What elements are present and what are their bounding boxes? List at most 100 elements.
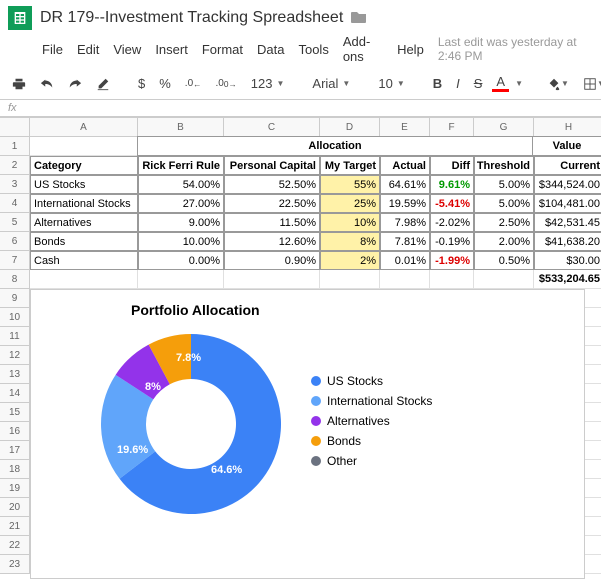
row-header-14[interactable]: 14 <box>0 384 30 403</box>
row-header-17[interactable]: 17 <box>0 441 30 460</box>
col-header-C[interactable]: C <box>224 118 320 137</box>
diff-3[interactable]: -0.19% <box>430 232 474 251</box>
hdr-pc[interactable]: Personal Capital <box>224 156 320 175</box>
pc-2[interactable]: 11.50% <box>224 213 320 232</box>
rick-2[interactable]: 9.00% <box>138 213 224 232</box>
menu-addons[interactable]: Add-ons <box>343 34 383 64</box>
cat-0[interactable]: US Stocks <box>30 175 138 194</box>
hdr-diff[interactable]: Diff <box>430 156 474 175</box>
cur-2[interactable]: $42,531.45 <box>534 213 601 232</box>
actual-1[interactable]: 19.59% <box>380 194 430 213</box>
fill-icon[interactable]: ▼ <box>543 75 573 93</box>
menu-insert[interactable]: Insert <box>155 42 188 57</box>
row-header-3[interactable]: 3 <box>0 175 30 194</box>
cell[interactable] <box>430 270 474 289</box>
row-header-21[interactable]: 21 <box>0 517 30 536</box>
redo-icon[interactable] <box>64 75 86 93</box>
value-header[interactable]: Value <box>532 136 601 156</box>
cell[interactable] <box>138 270 224 289</box>
menu-view[interactable]: View <box>113 42 141 57</box>
row-header-11[interactable]: 11 <box>0 327 30 346</box>
row-header-22[interactable]: 22 <box>0 536 30 555</box>
cell[interactable] <box>320 270 380 289</box>
chart-portfolio[interactable]: Portfolio Allocation 64.6% 19.6% 8% 7.8%… <box>30 289 585 579</box>
menu-file[interactable]: File <box>42 42 63 57</box>
row-header-8[interactable]: 8 <box>0 270 30 289</box>
row-header-10[interactable]: 10 <box>0 308 30 327</box>
font-size[interactable]: 10▼ <box>374 74 408 93</box>
sheets-logo[interactable] <box>8 6 32 30</box>
textcolor-btn[interactable]: A <box>492 75 509 92</box>
hdr-target[interactable]: My Target <box>320 156 380 175</box>
pc-4[interactable]: 0.90% <box>224 251 320 270</box>
col-header-F[interactable]: F <box>430 118 474 137</box>
thr-3[interactable]: 2.00% <box>474 232 534 251</box>
row-header-19[interactable]: 19 <box>0 479 30 498</box>
rick-1[interactable]: 27.00% <box>138 194 224 213</box>
font-select[interactable]: Arial▼ <box>308 74 354 93</box>
row-header-13[interactable]: 13 <box>0 365 30 384</box>
dec0-btn[interactable]: .0← <box>181 76 206 91</box>
currency-btn[interactable]: $ <box>134 74 149 93</box>
cat-3[interactable]: Bonds <box>30 232 138 251</box>
col-header-G[interactable]: G <box>474 118 534 137</box>
target-2[interactable]: 10% <box>320 213 380 232</box>
pc-1[interactable]: 22.50% <box>224 194 320 213</box>
actual-3[interactable]: 7.81% <box>380 232 430 251</box>
pc-0[interactable]: 52.50% <box>224 175 320 194</box>
percent-btn[interactable]: % <box>155 74 175 93</box>
row-header-23[interactable]: 23 <box>0 555 30 574</box>
actual-4[interactable]: 0.01% <box>380 251 430 270</box>
dec00-btn[interactable]: .00→ <box>211 76 240 91</box>
diff-0[interactable]: 9.61% <box>430 175 474 194</box>
hdr-current[interactable]: Current <box>534 156 601 175</box>
cell-a1[interactable] <box>30 137 138 156</box>
col-header-H[interactable]: H <box>534 118 601 137</box>
menu-help[interactable]: Help <box>397 42 424 57</box>
target-0[interactable]: 55% <box>320 175 380 194</box>
row-header-6[interactable]: 6 <box>0 232 30 251</box>
row-header-9[interactable]: 9 <box>0 289 30 308</box>
row-header-18[interactable]: 18 <box>0 460 30 479</box>
cell[interactable] <box>474 270 534 289</box>
cell[interactable] <box>224 270 320 289</box>
menu-format[interactable]: Format <box>202 42 243 57</box>
cur-0[interactable]: $344,524.00 <box>534 175 601 194</box>
cell[interactable] <box>380 270 430 289</box>
actual-0[interactable]: 64.61% <box>380 175 430 194</box>
cell[interactable] <box>30 270 138 289</box>
actual-2[interactable]: 7.98% <box>380 213 430 232</box>
borders-icon[interactable]: ▼ <box>579 75 601 93</box>
diff-1[interactable]: -5.41% <box>430 194 474 213</box>
row-header-2[interactable]: 2 <box>0 156 30 175</box>
row-header-20[interactable]: 20 <box>0 498 30 517</box>
thr-4[interactable]: 0.50% <box>474 251 534 270</box>
rick-3[interactable]: 10.00% <box>138 232 224 251</box>
rick-0[interactable]: 54.00% <box>138 175 224 194</box>
row-header-12[interactable]: 12 <box>0 346 30 365</box>
target-3[interactable]: 8% <box>320 232 380 251</box>
row-header-7[interactable]: 7 <box>0 251 30 270</box>
doc-title[interactable]: DR 179--Investment Tracking Spreadsheet <box>40 9 343 27</box>
row-header-5[interactable]: 5 <box>0 213 30 232</box>
folder-icon[interactable] <box>351 10 367 27</box>
cat-4[interactable]: Cash <box>30 251 138 270</box>
hdr-actual[interactable]: Actual <box>380 156 430 175</box>
bold-btn[interactable]: B <box>429 74 446 93</box>
col-header-D[interactable]: D <box>320 118 380 137</box>
target-4[interactable]: 2% <box>320 251 380 270</box>
diff-2[interactable]: -2.02% <box>430 213 474 232</box>
row-header-1[interactable]: 1 <box>0 137 30 156</box>
italic-btn[interactable]: I <box>452 74 464 93</box>
paint-icon[interactable] <box>92 75 114 93</box>
diff-4[interactable]: -1.99% <box>430 251 474 270</box>
print-icon[interactable] <box>8 75 30 93</box>
menu-tools[interactable]: Tools <box>298 42 328 57</box>
col-header-A[interactable]: A <box>30 118 138 137</box>
row-header-4[interactable]: 4 <box>0 194 30 213</box>
col-header-E[interactable]: E <box>380 118 430 137</box>
col-header-B[interactable]: B <box>138 118 224 137</box>
hdr-threshold[interactable]: Threshold <box>474 156 534 175</box>
num-format-btn[interactable]: 123▼ <box>247 74 289 93</box>
target-1[interactable]: 25% <box>320 194 380 213</box>
